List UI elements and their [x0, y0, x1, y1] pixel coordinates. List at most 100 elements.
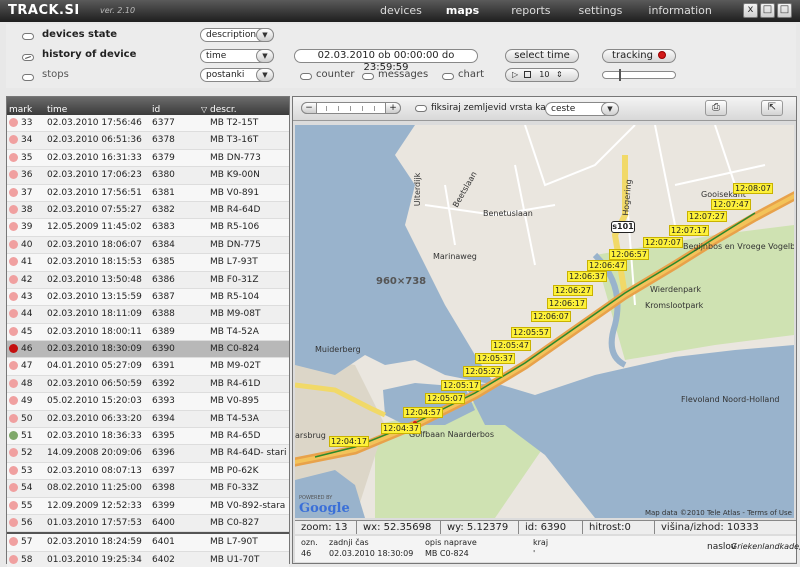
table-row[interactable]: 34 02.03.2010 06:51:36 6378 MB T3-16T	[7, 132, 289, 150]
track-time-label[interactable]: 12:05:27	[463, 366, 503, 377]
stops-radio[interactable]	[22, 74, 34, 81]
table-row[interactable]: 50 02.03.2010 06:33:20 6394 MB T4-53A	[7, 410, 289, 429]
track-time-label[interactable]: 12:07:17	[669, 225, 709, 236]
track-time-label[interactable]: 12:04:37	[381, 423, 421, 434]
table-row[interactable]: 45 02.03.2010 18:00:11 6389 MB T4-52A	[7, 324, 289, 342]
map-credit[interactable]: Map data ©2010 Tele Atlas - Terms of Use	[645, 509, 792, 517]
messages-radio[interactable]	[362, 73, 374, 80]
table-row[interactable]: 57 02.03.2010 18:24:59 6401 MB L7-90T	[7, 534, 289, 552]
table-row[interactable]: 37 02.03.2010 17:56:51 6381 MB V0-891	[7, 185, 289, 202]
table-row[interactable]: 40 02.03.2010 18:06:07 6384 MB DN-775	[7, 236, 289, 255]
info-time: 02.03.2010 18:30:09	[329, 549, 414, 558]
stepper-icon[interactable]: ⇕	[556, 70, 563, 79]
select-time-button[interactable]: select time	[505, 49, 579, 63]
row-mark: 43	[21, 291, 33, 302]
table-row[interactable]: 38 02.03.2010 07:55:27 6382 MB R4-64D	[7, 201, 289, 220]
zoom-in-button[interactable]: +	[385, 102, 401, 114]
zoom-out-button[interactable]: −	[301, 102, 317, 114]
row-time: 01.03.2010 19:25:34	[47, 554, 142, 565]
table-row[interactable]: 54 08.02.2010 11:25:00 6398 MB F0-33Z	[7, 480, 289, 498]
status-marker-icon	[9, 204, 18, 214]
history-label: history of device	[42, 49, 137, 60]
row-time: 02.03.2010 18:15:53	[47, 257, 142, 268]
nav-devices[interactable]: devices	[380, 4, 422, 17]
row-id: 6381	[152, 187, 175, 198]
row-mark: 40	[21, 239, 33, 250]
print-icon[interactable]: ⎙	[705, 100, 727, 116]
nav-settings[interactable]: settings	[579, 4, 623, 17]
track-time-label[interactable]: 12:05:07	[425, 393, 465, 404]
status-marker-icon	[9, 500, 18, 510]
row-id: 6390	[152, 344, 175, 355]
track-time-label[interactable]: 12:07:07	[643, 237, 683, 248]
table-row[interactable]: 43 02.03.2010 13:15:59 6387 MB R5-104	[7, 289, 289, 307]
nav-maps[interactable]: maps	[446, 4, 479, 17]
stop-icon[interactable]	[523, 71, 531, 78]
track-time-label[interactable]: 12:06:27	[553, 285, 593, 296]
history-select[interactable]: time ▼	[200, 49, 274, 63]
play-icon[interactable]: ▷	[512, 70, 518, 79]
col-time[interactable]: time	[47, 105, 67, 115]
chart-radio[interactable]	[442, 73, 454, 80]
track-time-label[interactable]: 12:04:57	[403, 407, 443, 418]
expand-icon[interactable]: ⇱	[761, 100, 783, 116]
tracking-button[interactable]: tracking	[602, 49, 676, 63]
track-time-label[interactable]: 12:06:07	[531, 311, 571, 322]
minimize-window-button[interactable]: □	[760, 3, 775, 18]
track-time-label[interactable]: 12:05:47	[491, 340, 531, 351]
table-row[interactable]: 35 02.03.2010 16:31:33 6379 MB DN-773	[7, 150, 289, 168]
track-time-label[interactable]: 12:08:07	[733, 183, 773, 194]
devices-state-select[interactable]: description ▼	[200, 28, 274, 42]
track-time-label[interactable]: 12:06:57	[609, 249, 649, 260]
stops-select[interactable]: postanki ▼	[200, 68, 274, 82]
nav-information[interactable]: information	[648, 4, 712, 17]
place-label: Kromslootpark	[645, 301, 704, 310]
close-window-button[interactable]: x	[743, 3, 758, 18]
track-time-label[interactable]: 12:06:17	[547, 298, 587, 309]
track-time-label[interactable]: 12:05:57	[511, 327, 551, 338]
map-view[interactable]: 960×738 s101 Gooisekant Kromslootpark Be…	[295, 125, 794, 518]
fix-map-toggle[interactable]	[415, 105, 427, 112]
map-type-select[interactable]: ceste ▼	[545, 102, 619, 116]
track-time-label[interactable]: 12:05:37	[475, 353, 515, 364]
table-row[interactable]: 55 12.09.2009 12:52:33 6399 MB V0-892-stara	[7, 498, 289, 515]
date-range-field[interactable]: 02.03.2010 ob 00:00:00 do 23:59:59	[294, 49, 478, 73]
table-row[interactable]: 41 02.03.2010 18:15:53 6385 MB L7-93T	[7, 254, 289, 272]
sort-desc-icon[interactable]: ▽	[201, 105, 207, 114]
maximize-window-button[interactable]: □	[777, 3, 792, 18]
zoom-slider[interactable]: − +	[301, 102, 401, 114]
nav-reports[interactable]: reports	[511, 4, 550, 17]
track-time-label[interactable]: 12:06:37	[567, 271, 607, 282]
table-row[interactable]: 56 01.03.2010 17:57:53 6400 MB C0-827	[7, 514, 289, 533]
history-radio[interactable]	[22, 54, 34, 61]
slider-knob[interactable]	[619, 69, 621, 81]
table-row[interactable]: 51 02.03.2010 18:36:33 6395 MB R4-65D	[7, 428, 289, 446]
track-time-label[interactable]: 12:07:47	[711, 199, 751, 210]
col-id[interactable]: id	[152, 105, 160, 115]
track-time-label[interactable]: 12:05:17	[441, 380, 481, 391]
table-row[interactable]: 39 12.05.2009 11:45:02 6383 MB R5-106	[7, 219, 289, 237]
table-row[interactable]: 42 02.03.2010 13:50:48 6386 MB F0-31Z	[7, 271, 289, 289]
counter-radio[interactable]	[300, 73, 312, 80]
track-time-label[interactable]: 12:07:27	[687, 211, 727, 222]
table-row[interactable]: 46 02.03.2010 18:30:09 6390 MB C0-824	[7, 341, 289, 359]
table-row[interactable]: 53 02.03.2010 08:07:13 6397 MB P0-62K	[7, 463, 289, 481]
col-descr[interactable]: descr.	[210, 105, 237, 115]
table-row[interactable]: 33 02.03.2010 17:56:46 6377 MB T2-15T	[7, 115, 289, 133]
google-logo[interactable]: POWERED BY Google	[299, 495, 350, 516]
table-row[interactable]: 49 05.02.2010 15:20:03 6393 MB V0-895	[7, 393, 289, 411]
playback-control[interactable]: ▷ 10 ⇕	[505, 68, 579, 82]
table-row[interactable]: 36 02.03.2010 17:06:23 6380 MB K9-00N	[7, 167, 289, 185]
table-row[interactable]: 44 02.03.2010 18:11:09 6388 MB M9-08T	[7, 306, 289, 324]
map-panel: − + fiksiraj zemljevid vrsta karte ceste…	[292, 96, 800, 564]
col-mark[interactable]: mark	[9, 105, 32, 115]
track-time-label[interactable]: 12:06:47	[587, 260, 627, 271]
table-row[interactable]: 52 14.09.2008 20:09:06 6396 MB R4-64D- star…	[7, 445, 289, 463]
devices-state-radio[interactable]	[22, 33, 34, 40]
row-mark: 56	[21, 517, 33, 528]
table-row[interactable]: 47 04.01.2010 05:27:09 6391 MB M9-02T	[7, 358, 289, 376]
playback-slider[interactable]	[602, 69, 676, 81]
table-row[interactable]: 58 01.03.2010 19:25:34 6402 MB U1-70T	[7, 551, 289, 567]
track-time-label[interactable]: 12:04:17	[329, 436, 369, 447]
table-row[interactable]: 48 02.03.2010 06:50:59 6392 MB R4-61D	[7, 375, 289, 394]
